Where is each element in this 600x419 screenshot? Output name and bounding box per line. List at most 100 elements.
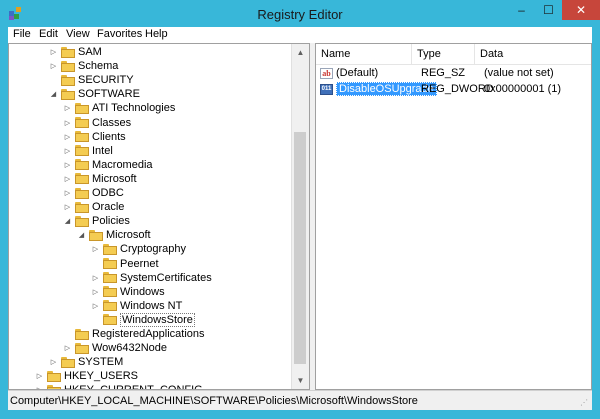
tree-node-label: SAM xyxy=(78,46,102,58)
tree-node[interactable]: ▷ Schema xyxy=(49,59,119,73)
tree-node-label: Schema xyxy=(78,60,119,73)
expand-arrow-icon[interactable]: ▷ xyxy=(63,189,72,198)
tree-node[interactable]: ▷ ODBC xyxy=(63,186,124,200)
scroll-up-arrow-icon[interactable]: ▲ xyxy=(292,44,309,61)
tree-node[interactable]: ◢ Policies xyxy=(63,214,130,228)
tree-node[interactable]: ▷ SystemCertificates xyxy=(91,271,212,285)
tree-node[interactable]: ▷ Cryptography xyxy=(91,242,186,256)
column-header-data[interactable]: Data xyxy=(475,44,591,64)
value-name: (Default) xyxy=(336,67,379,79)
expand-arrow-icon[interactable]: ▷ xyxy=(63,160,72,169)
folder-icon xyxy=(103,243,117,255)
value-row[interactable]: 011 DisableOSUpgrade REG_DWORD 0x0000000… xyxy=(320,81,590,97)
tree-node[interactable]: ▷ Oracle xyxy=(63,200,125,214)
values-list[interactable]: Name Type Data ab (Default) REG_SZ (valu… xyxy=(315,43,592,390)
tree-node-label: Policies xyxy=(92,215,130,228)
resize-grip-icon[interactable]: ⋰ xyxy=(580,398,590,408)
client-area: ▷ SAM ▷ Schema SECURITY ◢ SOFTWARE ▷ ATI Technol… xyxy=(8,43,592,390)
registry-editor-window: Registry Editor – ☐ ✕ File Edit View Fav… xyxy=(0,0,600,419)
tree-node[interactable]: ▷ HKEY_USERS xyxy=(35,369,138,383)
tree-node[interactable]: ▷ Macromedia xyxy=(63,158,153,172)
minimize-button[interactable]: – xyxy=(508,0,535,20)
expand-arrow-icon[interactable]: ▷ xyxy=(63,203,72,212)
expand-arrow-icon[interactable]: ▷ xyxy=(35,372,44,381)
tree-node[interactable]: ▷HKEY_CURRENT_CONFIG xyxy=(35,383,203,389)
menu-edit[interactable]: Edit xyxy=(39,28,58,40)
tree-node[interactable]: ▷ Intel xyxy=(63,144,113,158)
tree-node[interactable]: ▷ Clients xyxy=(63,130,126,144)
binary-value-icon: 011 xyxy=(320,83,333,95)
tree-node[interactable]: Peernet xyxy=(91,257,159,271)
expand-arrow-icon[interactable]: ▷ xyxy=(91,301,100,310)
expand-arrow-icon[interactable]: ▷ xyxy=(49,62,58,71)
value-data: (value not set) xyxy=(484,67,554,79)
folder-icon xyxy=(61,74,75,86)
tree-node[interactable]: RegisteredApplications xyxy=(63,327,205,341)
expand-arrow-icon[interactable]: ▷ xyxy=(49,48,58,57)
expand-arrow-icon[interactable]: ▷ xyxy=(63,344,72,353)
folder-icon xyxy=(103,300,117,312)
scroll-down-arrow-icon[interactable]: ▼ xyxy=(292,372,309,389)
collapse-arrow-icon[interactable]: ◢ xyxy=(49,90,58,99)
tree-node[interactable]: ▷ Wow6432Node xyxy=(63,341,167,355)
tree-node-label: ATI Technologies xyxy=(92,102,176,115)
close-button[interactable]: ✕ xyxy=(562,0,600,20)
tree-node[interactable]: ▷ Windows NT xyxy=(91,299,183,313)
tree-node-label: Microsoft xyxy=(92,172,137,185)
folder-icon xyxy=(75,173,89,185)
tree-node-label: Peernet xyxy=(120,257,159,270)
maximize-button[interactable]: ☐ xyxy=(535,0,562,20)
expand-arrow-icon[interactable]: ▷ xyxy=(63,146,72,155)
value-row[interactable]: ab (Default) REG_SZ (value not set) xyxy=(320,65,590,81)
tree-node-label: Macromedia xyxy=(92,158,153,171)
folder-icon xyxy=(75,201,89,213)
column-header-name[interactable]: Name xyxy=(316,44,412,64)
tree-node-label: Wow6432Node xyxy=(92,342,168,355)
folder-icon xyxy=(103,286,117,298)
collapse-arrow-icon[interactable]: ◢ xyxy=(77,231,86,240)
title-bar[interactable]: Registry Editor – ☐ ✕ xyxy=(0,0,600,27)
expand-arrow-icon[interactable]: ▷ xyxy=(91,273,100,282)
tree-node[interactable]: ▷ Classes xyxy=(63,116,131,130)
tree-node-label: Windows NT xyxy=(120,299,183,312)
tree-node[interactable]: ◢ Microsoft xyxy=(77,228,151,242)
folder-icon xyxy=(75,159,89,171)
tree-node-label-selected: WindowsStore xyxy=(120,312,195,327)
tree-node[interactable]: ◢ SOFTWARE xyxy=(49,87,140,101)
tree-node[interactable]: ▷ ATI Technologies xyxy=(63,101,176,115)
expand-arrow-icon[interactable]: ▷ xyxy=(91,287,100,296)
tree-node[interactable]: ▷ Microsoft xyxy=(63,172,137,186)
status-path: Computer\HKEY_LOCAL_MACHINE\SOFTWARE\Pol… xyxy=(10,395,418,407)
expand-arrow-icon[interactable]: ▷ xyxy=(63,104,72,113)
menu-view[interactable]: View xyxy=(66,28,90,40)
folder-icon xyxy=(61,46,75,58)
expand-arrow-icon[interactable]: ▷ xyxy=(63,132,72,141)
expand-arrow-icon[interactable]: ▷ xyxy=(63,118,72,127)
folder-icon xyxy=(75,187,89,199)
registry-tree[interactable]: ▷ SAM ▷ Schema SECURITY ◢ SOFTWARE ▷ ATI Technol… xyxy=(8,43,310,390)
expand-arrow-icon[interactable]: ▷ xyxy=(49,358,58,367)
tree-node[interactable]: WindowsStore xyxy=(91,312,195,327)
tree-vertical-scrollbar[interactable]: ▲ ▼ xyxy=(291,44,309,389)
menu-file[interactable]: File xyxy=(13,28,31,40)
tree-node[interactable]: ▷ Windows xyxy=(91,285,165,299)
folder-icon xyxy=(75,102,89,114)
collapse-arrow-icon[interactable]: ◢ xyxy=(63,217,72,226)
menu-help[interactable]: Help xyxy=(145,28,168,40)
expand-arrow-icon[interactable]: ▷ xyxy=(63,174,72,183)
tree-node[interactable]: ▷ SYSTEM xyxy=(49,355,123,369)
tree-node[interactable]: ▷ SAM xyxy=(49,45,102,59)
folder-icon xyxy=(103,272,117,284)
menu-favorites[interactable]: Favorites xyxy=(97,28,142,40)
expand-arrow-icon[interactable]: ▷ xyxy=(91,245,100,254)
tree-node[interactable]: SECURITY xyxy=(49,73,134,87)
tree-node-label: Oracle xyxy=(92,201,125,214)
folder-icon xyxy=(103,258,117,269)
scroll-thumb[interactable] xyxy=(294,132,306,364)
column-header-type[interactable]: Type xyxy=(412,44,475,64)
tree-node-label: RegisteredApplications xyxy=(92,328,205,340)
